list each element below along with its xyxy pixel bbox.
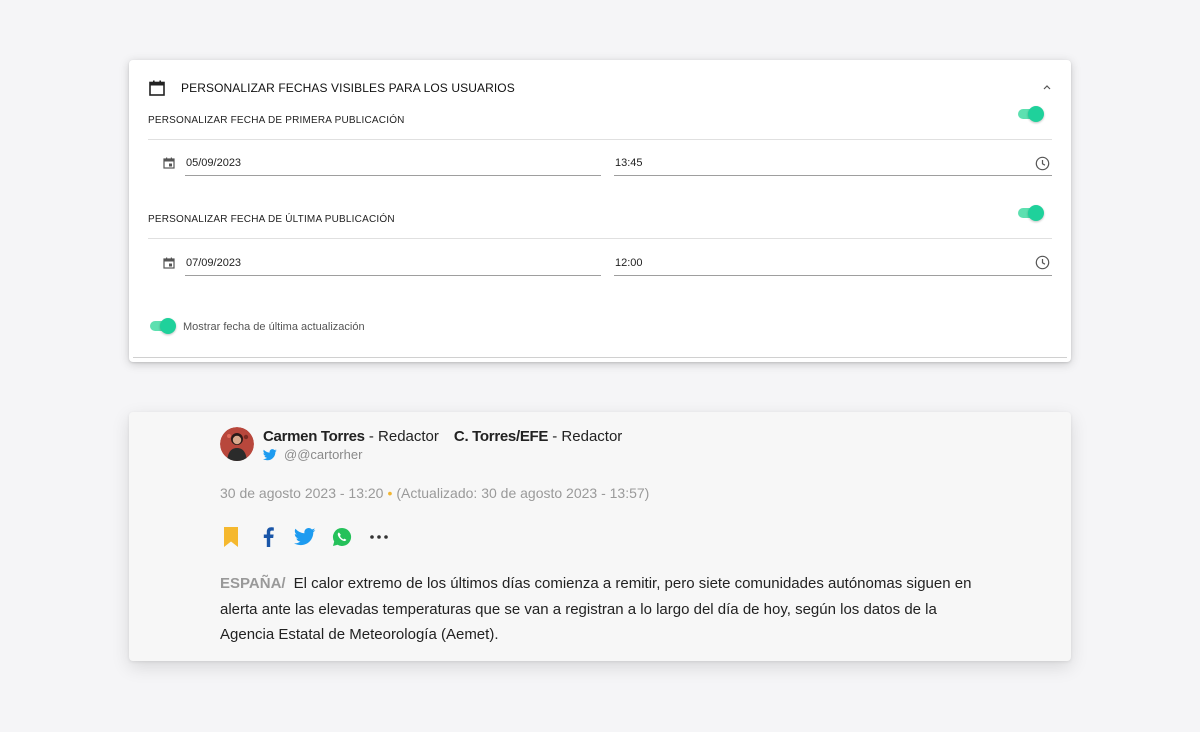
panel-header[interactable]: PERSONALIZAR FECHAS VISIBLES PARA LOS US… xyxy=(149,78,1053,98)
published-date: 30 de agosto 2023 - 13:20 xyxy=(220,485,384,501)
twitter-handle-link[interactable]: @@cartorher xyxy=(263,447,362,462)
author-portrait-image xyxy=(220,427,254,461)
article-body: ESPAÑA/El calor extremo de los últimos d… xyxy=(220,571,980,648)
show-last-update-label: Mostrar fecha de última actualización xyxy=(183,321,365,333)
avatar[interactable] xyxy=(220,427,254,461)
date-separator: • xyxy=(387,485,393,501)
article-dates: 30 de agosto 2023 - 13:20 • (Actualizado: … xyxy=(220,485,649,501)
clock-icon[interactable] xyxy=(1035,255,1050,270)
facebook-icon xyxy=(263,527,274,547)
chevron-up-icon[interactable] xyxy=(1041,81,1053,93)
last-publication-toggle[interactable] xyxy=(1018,205,1044,221)
clock-icon[interactable] xyxy=(1035,156,1050,171)
more-icon xyxy=(370,535,388,539)
author2-role: - Redactor xyxy=(548,428,623,445)
date-value: 05/09/2023 xyxy=(186,157,242,169)
article-preview: Carmen Torres - Redactor C. Torres/EFE - … xyxy=(129,412,1071,661)
toggle-thumb xyxy=(160,318,176,334)
date-value: 07/09/2023 xyxy=(186,257,242,269)
last-publication-label: PERSONALIZAR FECHA DE ÚLTIMA PUBLICACIÓN xyxy=(148,214,395,225)
time-value: 12:00 xyxy=(615,257,643,269)
first-publication-toggle[interactable] xyxy=(1018,106,1044,122)
time-value: 13:45 xyxy=(615,157,643,169)
facebook-share-button[interactable] xyxy=(257,526,279,548)
whatsapp-icon xyxy=(332,527,352,546)
bookmark-icon xyxy=(224,527,238,547)
date-settings-content: PERSONALIZAR FECHAS VISIBLES PARA LOS US… xyxy=(133,64,1067,358)
calendar-icon xyxy=(163,157,175,169)
twitter-handle: @@cartorher xyxy=(284,447,363,462)
twitter-share-button[interactable] xyxy=(294,526,316,548)
author1-name[interactable]: Carmen Torres xyxy=(263,428,365,445)
divider xyxy=(148,238,1052,239)
calendar-icon xyxy=(149,80,165,96)
updated-date: (Actualizado: 30 de agosto 2023 - 13:57) xyxy=(396,485,650,501)
last-publication-date-input[interactable]: 07/09/2023 xyxy=(185,251,601,276)
first-publication-label: PERSONALIZAR FECHA DE PRIMERA PUBLICACIÓ… xyxy=(148,115,405,126)
more-options-button[interactable] xyxy=(368,526,390,548)
calendar-icon xyxy=(163,257,175,269)
bookmark-button[interactable] xyxy=(220,526,242,548)
article-body-text: El calor extremo de los últimos días com… xyxy=(220,575,972,643)
article-location: ESPAÑA/ xyxy=(220,575,286,592)
toggle-thumb xyxy=(1028,106,1044,122)
toggle-thumb xyxy=(1028,205,1044,221)
panel-title: PERSONALIZAR FECHAS VISIBLES PARA LOS US… xyxy=(181,81,515,95)
last-publication-time-input[interactable]: 12:00 xyxy=(614,251,1052,276)
author2-name[interactable]: C. Torres/EFE xyxy=(454,428,548,445)
twitter-icon xyxy=(294,528,316,546)
date-settings-panel: PERSONALIZAR FECHAS VISIBLES PARA LOS US… xyxy=(129,60,1071,362)
author1-role: - Redactor xyxy=(364,428,439,445)
share-toolbar xyxy=(220,526,405,548)
show-last-update-toggle[interactable] xyxy=(150,318,176,334)
whatsapp-share-button[interactable] xyxy=(331,526,353,548)
authors-line: Carmen Torres - Redactor C. Torres/EFE - … xyxy=(263,428,622,445)
twitter-icon xyxy=(263,448,277,460)
first-publication-time-input[interactable]: 13:45 xyxy=(614,151,1052,176)
first-publication-date-input[interactable]: 05/09/2023 xyxy=(185,151,601,176)
divider xyxy=(148,139,1052,140)
